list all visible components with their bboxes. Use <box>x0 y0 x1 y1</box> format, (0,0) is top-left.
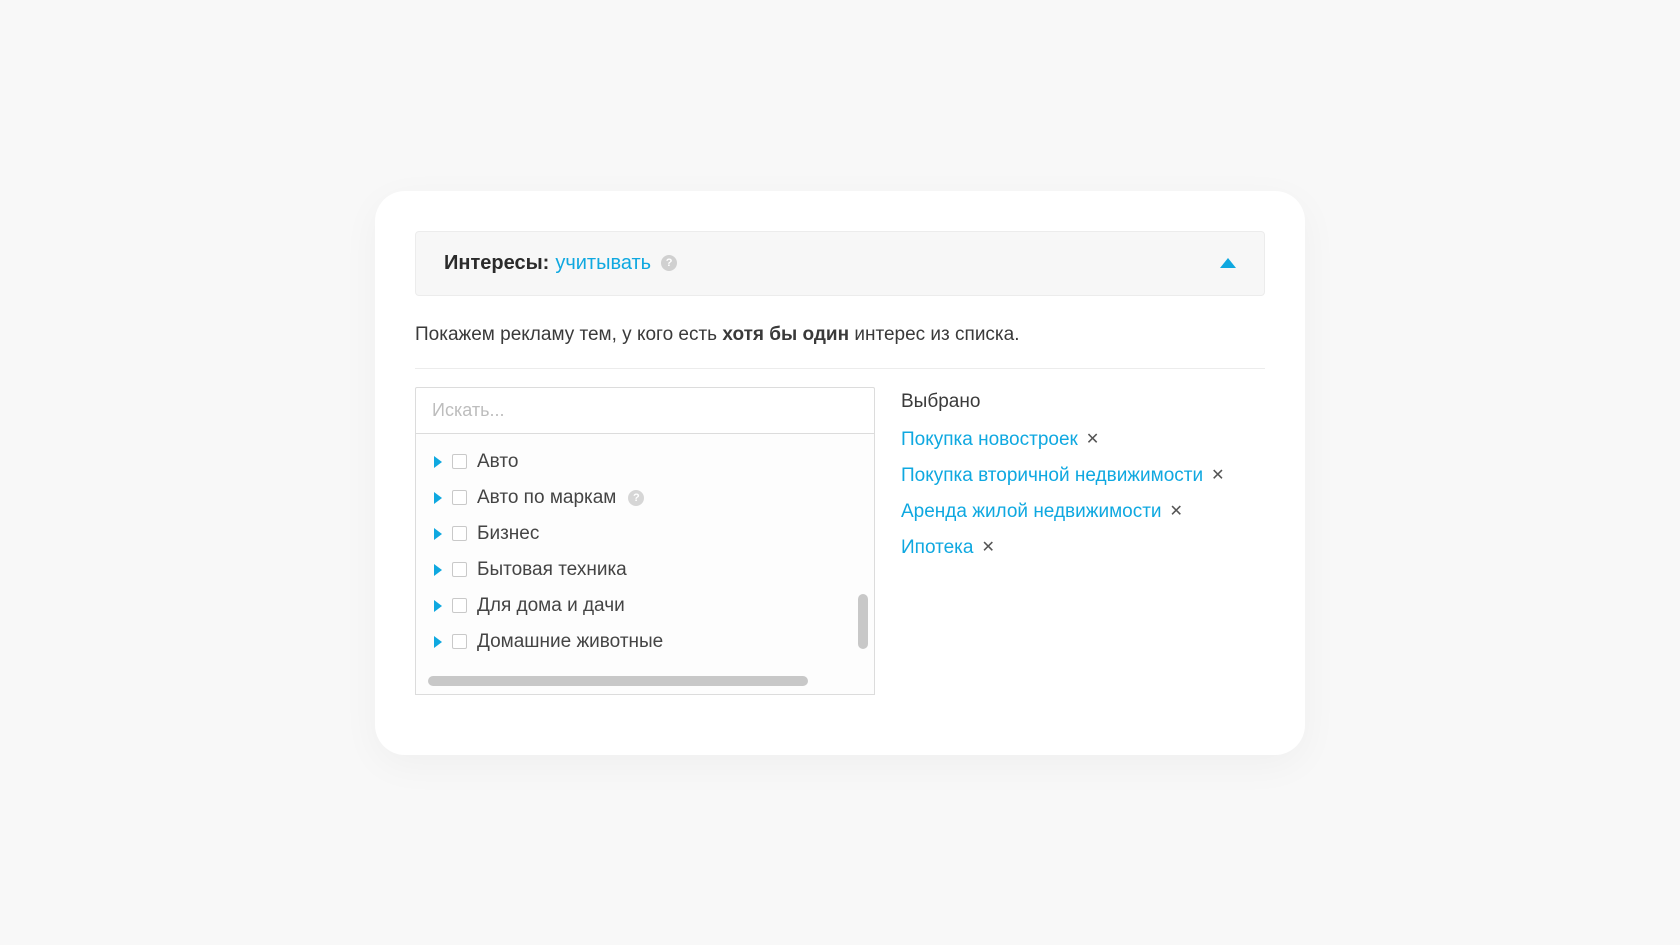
desc-pre: Покажем рекламу тем, у кого есть <box>415 324 722 345</box>
chevron-right-icon[interactable] <box>434 600 442 612</box>
content-row: Авто Авто по маркам ? Бизнес <box>415 387 1265 695</box>
selected-item: Покупка вторичной недвижимости ✕ <box>901 465 1265 487</box>
selected-panel: Выбрано Покупка новостроек ✕ Покупка вто… <box>901 387 1265 695</box>
chevron-right-icon[interactable] <box>434 528 442 540</box>
search-input[interactable] <box>416 388 874 433</box>
checkbox[interactable] <box>452 598 467 613</box>
interests-picker: Авто Авто по маркам ? Бизнес <box>415 387 875 695</box>
chevron-right-icon[interactable] <box>434 636 442 648</box>
selected-item-label[interactable]: Покупка новостроек <box>901 429 1078 451</box>
tree-item-label: Авто по маркам <box>477 487 616 509</box>
help-icon[interactable]: ? <box>628 490 644 506</box>
tree-item[interactable]: Домашние животные <box>434 624 856 660</box>
divider <box>415 368 1265 369</box>
tree-item[interactable]: Бизнес <box>434 516 856 552</box>
close-icon[interactable]: ✕ <box>1170 504 1183 520</box>
tree-item[interactable]: Бытовая техника <box>434 552 856 588</box>
tree-item-label: Авто <box>477 451 518 473</box>
tree-item[interactable]: Для дома и дачи <box>434 588 856 624</box>
interests-card: Интересы: учитывать ? Покажем рекламу те… <box>375 191 1305 755</box>
checkbox[interactable] <box>452 454 467 469</box>
selected-title: Выбрано <box>901 391 1265 413</box>
header-mode-link[interactable]: учитывать <box>555 252 651 275</box>
desc-strong: хотя бы один <box>722 324 849 345</box>
chevron-right-icon[interactable] <box>434 456 442 468</box>
tree-item-label: Для дома и дачи <box>477 595 625 617</box>
chevron-up-icon[interactable] <box>1220 258 1236 268</box>
close-icon[interactable]: ✕ <box>1211 468 1224 484</box>
close-icon[interactable]: ✕ <box>981 540 994 556</box>
section-header[interactable]: Интересы: учитывать ? <box>415 231 1265 296</box>
chevron-right-icon[interactable] <box>434 564 442 576</box>
tree-item-label: Домашние животные <box>477 631 663 653</box>
header-title-group: Интересы: учитывать ? <box>444 252 677 275</box>
chevron-right-icon[interactable] <box>434 492 442 504</box>
selected-item-label[interactable]: Аренда жилой недвижимости <box>901 501 1162 523</box>
desc-post: интерес из списка. <box>849 324 1019 345</box>
tree-item-label: Бизнес <box>477 523 539 545</box>
selected-item: Покупка новостроек ✕ <box>901 429 1265 451</box>
selected-item: Аренда жилой недвижимости ✕ <box>901 501 1265 523</box>
interests-tree: Авто Авто по маркам ? Бизнес <box>415 433 875 695</box>
close-icon[interactable]: ✕ <box>1086 432 1099 448</box>
selected-list: Покупка новостроек ✕ Покупка вторичной н… <box>901 429 1265 559</box>
selected-item-label[interactable]: Покупка вторичной недвижимости <box>901 465 1203 487</box>
checkbox[interactable] <box>452 490 467 505</box>
section-description: Покажем рекламу тем, у кого есть хотя бы… <box>415 324 1265 346</box>
checkbox[interactable] <box>452 634 467 649</box>
checkbox[interactable] <box>452 526 467 541</box>
tree-item[interactable]: Авто <box>434 444 856 480</box>
header-label: Интересы: <box>444 252 549 275</box>
vertical-scrollbar[interactable] <box>858 594 868 649</box>
horizontal-scrollbar[interactable] <box>428 676 808 686</box>
checkbox[interactable] <box>452 562 467 577</box>
tree-item[interactable]: Авто по маркам ? <box>434 480 856 516</box>
selected-item: Ипотека ✕ <box>901 537 1265 559</box>
search-wrap <box>415 387 875 433</box>
selected-item-label[interactable]: Ипотека <box>901 537 973 559</box>
tree-item-label: Бытовая техника <box>477 559 627 581</box>
interests-tree-inner: Авто Авто по маркам ? Бизнес <box>416 444 874 664</box>
help-icon[interactable]: ? <box>661 255 677 271</box>
